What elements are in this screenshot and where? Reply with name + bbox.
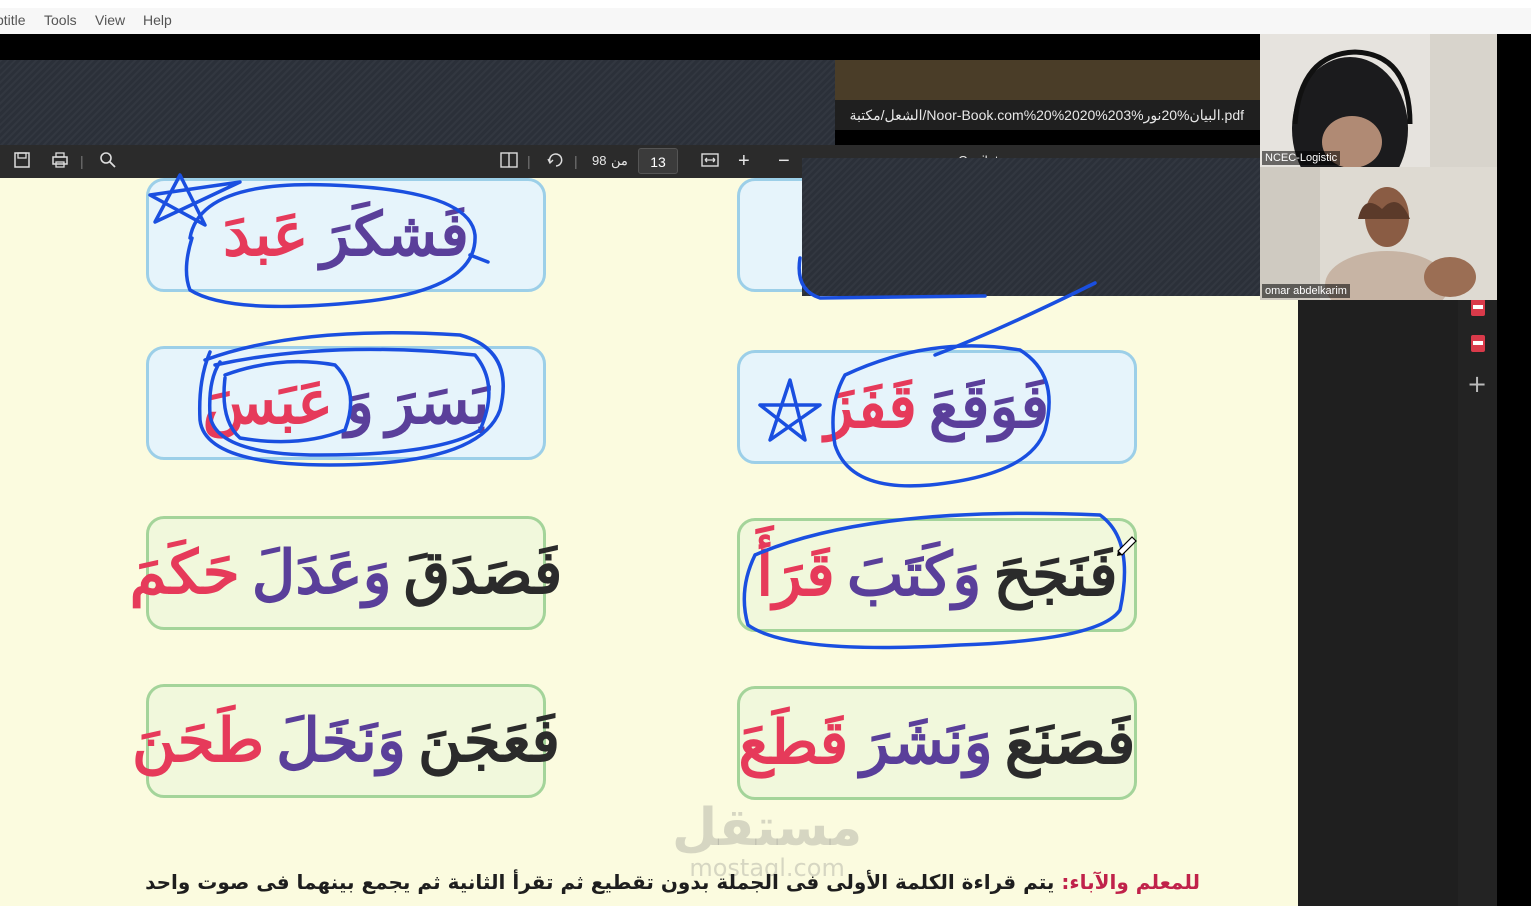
black-strip <box>0 34 1260 60</box>
search-icon[interactable] <box>98 150 118 172</box>
browser-tab-band <box>835 60 1260 100</box>
rotate-icon[interactable] <box>545 150 567 172</box>
word-card: فَوَقَعَ قَفَزَ <box>737 350 1137 464</box>
card-word: قَرَأَ <box>756 540 835 610</box>
card-word: طَحَنَ <box>131 706 265 776</box>
address-bar[interactable]: الشعل/مكتبة/Noor-Book.com%20%2020%203%ال… <box>835 100 1260 130</box>
toolbar-divider: | <box>527 153 531 169</box>
card-word: وَ <box>345 368 375 438</box>
page-number-input[interactable]: 13 <box>638 148 678 174</box>
pdf-file-icon[interactable] <box>1464 296 1492 324</box>
zoom-out-icon[interactable]: − <box>778 150 790 172</box>
card-word: فَصَدَقَ <box>403 538 563 608</box>
right-sidebar: + <box>1458 296 1498 906</box>
card-word: عَبدَ <box>223 200 309 270</box>
card-word: فَنَجَحَ <box>993 540 1118 610</box>
video-tile[interactable]: omar abdelkarim <box>1260 167 1497 300</box>
word-card: فَعَجَنَ وَنَخَلَ طَحَنَ <box>132 684 560 798</box>
watermark: مستقل mostaql.com <box>672 800 862 880</box>
obscured-overlay-mid <box>802 158 1260 296</box>
participant-video <box>1260 167 1497 300</box>
menu-view[interactable]: View <box>95 12 125 28</box>
participant-video <box>1260 34 1497 167</box>
card-word: بَسَرَ <box>386 368 490 438</box>
instruction-text: للمعلم والآباء: يتم قراءة الكلمة الأولى … <box>100 870 1200 894</box>
menu-subtitle[interactable]: btitle <box>0 12 26 28</box>
word-card: فَصَدَقَ وَعَدَلَ حَكَمَ <box>130 516 562 630</box>
toolbar-divider: | <box>574 153 578 169</box>
participant-name: NCEC-Logistic <box>1262 151 1341 165</box>
instruction-lead: للمعلم والآباء: <box>1061 870 1200 894</box>
menu-tools[interactable]: Tools <box>44 12 77 28</box>
menu-help[interactable]: Help <box>143 12 172 28</box>
word-card: بَسَرَ وَ عَبَسَ <box>146 346 546 460</box>
word-card: فَشكَرَ عَبدَ <box>146 178 546 292</box>
word-card: فَصَنَعَ وَنَشَرَ قَطَعَ <box>737 686 1137 800</box>
card-word: وَنَشَرَ <box>860 708 993 778</box>
instruction-body: يتم قراءة الكلمة الأولى فى الجملة بدون ت… <box>145 870 1055 894</box>
participant-name: omar abdelkarim <box>1262 284 1350 298</box>
fit-width-icon[interactable] <box>699 150 721 172</box>
page-view-icon[interactable] <box>498 150 520 172</box>
save-icon[interactable] <box>12 150 32 172</box>
page-of-label: من <box>611 153 628 168</box>
card-word: فَوَقَعَ <box>928 372 1050 442</box>
card-word: فَشكَرَ <box>320 200 469 270</box>
card-word: فَعَجَنَ <box>417 706 561 776</box>
card-word: قَطَعَ <box>738 708 849 778</box>
right-black-margin <box>1497 34 1531 906</box>
menu-bar: btitle Tools View Help <box>0 0 1531 34</box>
card-word: وَنَخَلَ <box>276 706 406 776</box>
video-tile[interactable]: NCEC-Logistic <box>1260 34 1497 167</box>
address-url: الشعل/مكتبة/Noor-Book.com%20%2020%203%ال… <box>849 107 1244 123</box>
zoom-in-icon[interactable]: + <box>738 150 750 172</box>
pdf-file-icon[interactable] <box>1464 332 1492 360</box>
card-word: عَبَسَ <box>202 368 334 438</box>
page-total: 98 <box>592 153 607 168</box>
print-icon[interactable] <box>50 150 70 172</box>
card-word: وَكَتَبَ <box>846 540 982 610</box>
watermark-arabic: مستقل <box>672 798 863 858</box>
card-word: فَصَنَعَ <box>1004 708 1136 778</box>
card-word: حَكَمَ <box>129 538 240 608</box>
add-icon[interactable]: + <box>1462 370 1492 398</box>
card-word: قَفَزَ <box>824 372 917 442</box>
toolbar-divider: | <box>80 153 84 169</box>
obscured-overlay-top <box>0 60 835 152</box>
word-card: فَنَجَحَ وَكَتَبَ قَرَأَ <box>737 518 1137 632</box>
card-word: وَعَدَلَ <box>251 538 392 608</box>
